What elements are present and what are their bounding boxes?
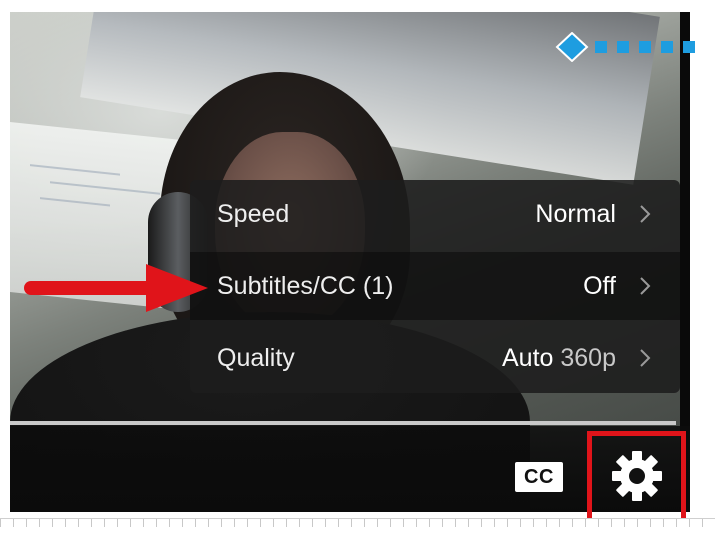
menu-item-value: Off (583, 271, 616, 300)
menu-item-speed[interactable]: Speed Normal (190, 180, 680, 248)
chevron-right-icon (634, 347, 656, 369)
red-arrow-annotation-icon (24, 264, 208, 312)
menu-item-label: Speed (217, 199, 290, 228)
menu-item-label: Quality (217, 343, 295, 372)
chevron-right-icon (634, 275, 656, 297)
menu-item-subtitles[interactable]: Subtitles/CC (1) Off (190, 252, 680, 320)
diamond-decoration-icon (555, 32, 695, 62)
menu-item-quality[interactable]: Quality Auto 360p (190, 324, 680, 392)
menu-item-value: Auto 360p (501, 343, 616, 372)
settings-highlight-box (587, 431, 686, 525)
ruler-strip (0, 518, 715, 544)
gear-icon[interactable] (610, 449, 664, 508)
menu-item-label: Subtitles/CC (1) (217, 271, 394, 300)
settings-menu: Speed Normal Subtitles/CC (1) Off Qualit… (190, 180, 680, 393)
cc-button[interactable]: CC (515, 462, 563, 492)
menu-item-value: Normal (535, 199, 616, 228)
chevron-right-icon (634, 203, 656, 225)
progress-bar[interactable] (10, 421, 676, 425)
